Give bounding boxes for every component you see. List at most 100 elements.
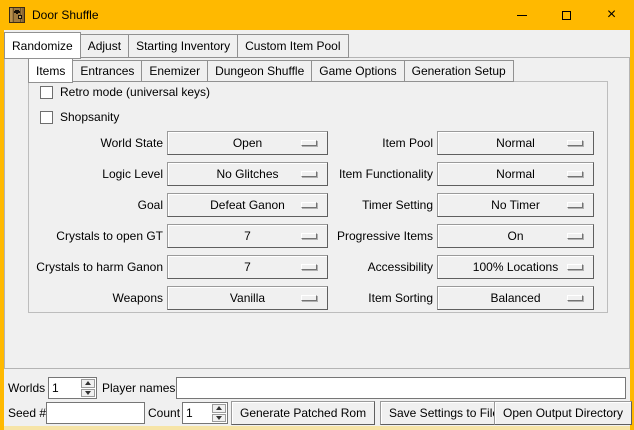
minimize-icon	[517, 15, 527, 16]
door-app-icon	[9, 7, 25, 23]
option-label: Crystals to open GT	[8, 229, 163, 243]
option-value: No Timer	[491, 198, 540, 212]
option-dropdown[interactable]: 100% Locations	[437, 255, 594, 279]
option-row: Accessibility 100% Locations	[278, 255, 594, 279]
option-value: Open	[233, 136, 262, 150]
count-spin-arrows	[211, 403, 227, 423]
dropdown-indicator-icon	[567, 202, 583, 208]
settings-tab-label: Game Options	[319, 64, 396, 78]
window-controls: ×	[499, 0, 634, 30]
option-dropdown[interactable]: Balanced	[437, 286, 594, 310]
settings-tab-label: Generation Setup	[412, 64, 506, 78]
main-tab[interactable]: Randomize	[4, 32, 81, 59]
option-dropdown[interactable]: Normal	[437, 162, 594, 186]
dropdown-indicator-icon	[567, 140, 583, 146]
minimize-button[interactable]	[499, 0, 544, 30]
option-value: Vanilla	[230, 291, 265, 305]
option-label: Progressive Items	[278, 229, 433, 243]
settings-tab[interactable]: Items	[28, 58, 73, 83]
option-label: Accessibility	[278, 260, 433, 274]
option-row: Timer Setting No Timer	[278, 193, 594, 217]
option-row: Item Pool Normal	[278, 131, 594, 155]
option-value: 7	[244, 229, 251, 243]
main-tab[interactable]: Starting Inventory	[128, 34, 238, 58]
main-tab[interactable]: Adjust	[80, 34, 129, 58]
settings-tab-label: Enemizer	[149, 64, 200, 78]
seed-label: Seed #	[8, 402, 46, 424]
option-value: 100% Locations	[473, 260, 558, 274]
app-window: Door Shuffle × Randomize Adjust Start	[0, 0, 634, 430]
option-label: Timer Setting	[278, 198, 433, 212]
worlds-input[interactable]	[49, 378, 80, 398]
option-value: Normal	[496, 167, 535, 181]
open-output-directory-button[interactable]: Open Output Directory	[494, 401, 632, 425]
option-label: Logic Level	[8, 167, 163, 181]
close-button[interactable]: ×	[589, 0, 634, 30]
window-bottom-border	[4, 426, 630, 430]
spin-up-button[interactable]	[81, 379, 95, 388]
window-title: Door Shuffle	[32, 0, 99, 30]
settings-tab[interactable]: Game Options	[311, 60, 404, 82]
count-label: Count	[148, 402, 180, 424]
option-label: Item Pool	[278, 136, 433, 150]
settings-tab[interactable]: Generation Setup	[404, 60, 514, 82]
option-dropdown[interactable]: Normal	[437, 131, 594, 155]
checkbox-icon[interactable]	[40, 111, 53, 124]
dropdown-indicator-icon	[567, 264, 583, 270]
options-column-right: Item Pool Normal Item Functionality Norm…	[278, 131, 594, 310]
main-tab-label: Custom Item Pool	[245, 39, 340, 53]
settings-tab-label: Items	[36, 64, 65, 78]
settings-tab[interactable]: Dungeon Shuffle	[207, 60, 312, 82]
arrow-up-icon	[85, 381, 91, 385]
settings-tab-label: Dungeon Shuffle	[215, 64, 304, 78]
worlds-label: Worlds	[8, 377, 45, 399]
count-spinner[interactable]	[182, 402, 228, 424]
option-label: Goal	[8, 198, 163, 212]
settings-tab-label: Entrances	[80, 64, 134, 78]
arrow-down-icon	[216, 416, 222, 420]
option-row: Item Sorting Balanced	[278, 286, 594, 310]
maximize-icon	[562, 11, 571, 20]
settings-tab[interactable]: Entrances	[72, 60, 142, 82]
settings-tab-bar: Items Entrances Enemizer Dungeon Shuffle…	[28, 58, 513, 82]
maximize-button[interactable]	[544, 0, 589, 30]
worlds-spin-arrows	[80, 378, 96, 398]
title-bar: Door Shuffle ×	[0, 0, 634, 30]
main-tab-label: Starting Inventory	[136, 39, 230, 53]
option-label: Item Sorting	[278, 291, 433, 305]
worlds-spinner[interactable]	[48, 377, 97, 399]
dropdown-indicator-icon	[567, 295, 583, 301]
arrow-up-icon	[216, 406, 222, 410]
settings-tab[interactable]: Enemizer	[141, 60, 208, 82]
option-value: Normal	[496, 136, 535, 150]
option-value: Defeat Ganon	[210, 198, 285, 212]
count-input[interactable]	[183, 403, 211, 423]
close-icon: ×	[607, 7, 616, 23]
checkbox-label: Shopsanity	[60, 110, 119, 124]
checkbox-row[interactable]: Retro mode (universal keys)	[40, 85, 210, 99]
generate-patched-rom-button[interactable]: Generate Patched Rom	[231, 401, 375, 425]
main-tab-bar: Randomize Adjust Starting Inventory Cust…	[4, 31, 348, 58]
main-tab[interactable]: Custom Item Pool	[237, 34, 348, 58]
option-dropdown[interactable]: No Timer	[437, 193, 594, 217]
checkbox-group: Retro mode (universal keys) Shopsanity	[40, 85, 210, 124]
option-label: World State	[8, 136, 163, 150]
option-label: Item Functionality	[278, 167, 433, 181]
player-names-input[interactable]	[176, 377, 626, 399]
checkbox-icon[interactable]	[40, 86, 53, 99]
option-row: Item Functionality Normal	[278, 162, 594, 186]
save-settings-button[interactable]: Save Settings to File	[380, 401, 508, 425]
checkbox-row[interactable]: Shopsanity	[40, 110, 210, 124]
main-tab-label: Randomize	[12, 39, 73, 53]
spin-down-button[interactable]	[81, 389, 95, 398]
spin-up-button[interactable]	[212, 404, 226, 413]
dropdown-indicator-icon	[567, 171, 583, 177]
arrow-down-icon	[85, 391, 91, 395]
option-dropdown[interactable]: On	[437, 224, 594, 248]
spin-down-button[interactable]	[212, 414, 226, 423]
seed-input[interactable]	[46, 402, 145, 424]
main-tab-label: Adjust	[88, 39, 121, 53]
option-row: Progressive Items On	[278, 224, 594, 248]
player-names-label: Player names	[102, 377, 175, 399]
dropdown-indicator-icon	[567, 233, 583, 239]
